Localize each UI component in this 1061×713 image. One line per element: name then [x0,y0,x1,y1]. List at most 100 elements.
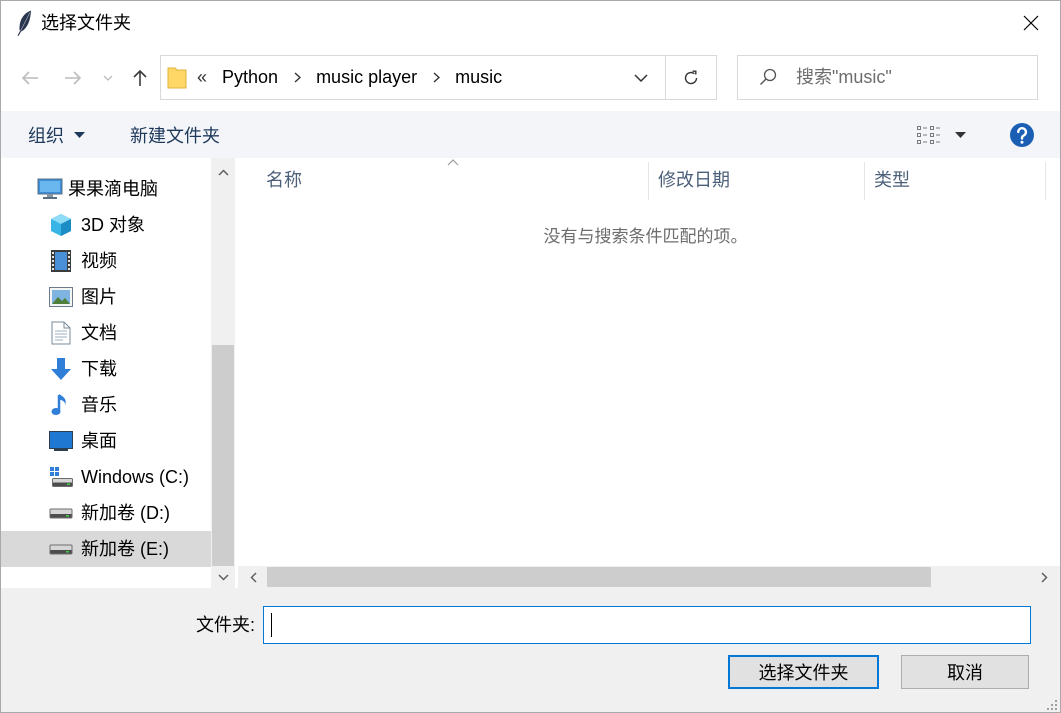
nav-item-label: 音乐 [81,395,117,415]
dialog-footer: 文件夹: 选择文件夹 取消 [0,588,1061,713]
close-button[interactable] [1004,0,1058,45]
folder-icon [167,65,187,89]
refresh-button[interactable] [666,56,716,99]
forward-button[interactable] [59,63,87,93]
address-dropdown-button[interactable] [622,56,660,99]
breadcrumb-item[interactable]: music player [316,67,417,88]
organize-button[interactable]: 组织 [18,111,95,158]
scroll-thumb[interactable] [267,567,931,587]
change-view-button[interactable] [905,111,975,158]
caret-down-icon [955,132,966,138]
3d-objects-icon [47,207,75,243]
details-view-icon [917,126,941,144]
nav-item-music[interactable]: 音乐 [0,387,211,423]
nav-item-label: 果果滴电脑 [68,179,158,199]
breadcrumb-separator-icon[interactable] [417,56,455,99]
nav-item-desktop[interactable]: 桌面 [0,423,211,459]
cancel-button[interactable]: 取消 [901,655,1029,689]
help-icon [1008,121,1036,149]
new-folder-button[interactable]: 新建文件夹 [120,111,230,158]
back-button[interactable] [16,63,44,93]
new-folder-label: 新建文件夹 [130,125,220,146]
refresh-icon [682,69,700,87]
breadcrumb-item[interactable]: music [455,67,502,88]
videos-icon [47,243,75,279]
scroll-right-button[interactable] [1033,566,1055,588]
column-divider[interactable] [864,162,865,200]
navigation-pane: 果果滴电脑 3D 对象 视频 图片 文档 下载 音乐 桌面 Windows (C… [0,158,211,588]
breadcrumb: « Python music player music [197,56,502,99]
column-header-type[interactable]: 类型 [874,160,910,200]
empty-list-message: 没有与搜索条件匹配的项。 [543,227,748,246]
music-icon [47,387,75,423]
nav-item-label: Windows (C:) [81,467,190,487]
file-list-horizontal-scrollbar[interactable] [238,566,1061,588]
chevron-up-icon [217,168,229,176]
nav-item-3d-objects[interactable]: 3D 对象 [0,207,211,243]
command-bar: 组织 新建文件夹 [0,111,1061,158]
chevron-left-icon [249,571,257,583]
nav-item-label: 3D 对象 [81,215,146,235]
up-button[interactable] [126,63,154,93]
help-button[interactable] [1008,121,1036,149]
column-divider[interactable] [648,162,649,200]
pictures-icon [47,279,75,315]
downloads-icon [47,351,75,387]
scroll-down-button[interactable] [211,566,235,588]
nav-item-label: 桌面 [81,431,117,451]
folder-label: 文件夹: [196,615,256,635]
search-box[interactable] [737,55,1038,100]
nav-item-videos[interactable]: 视频 [0,243,211,279]
documents-icon [47,315,75,351]
scroll-thumb[interactable] [212,345,234,566]
chevron-down-icon [634,73,648,82]
nav-item-downloads[interactable]: 下载 [0,351,211,387]
breadcrumb-item[interactable]: Python [222,67,278,88]
arrow-up-icon [132,69,148,87]
chevron-down-icon [103,75,113,81]
column-header-name[interactable]: 名称 [266,160,302,200]
nav-item-drive-e[interactable]: 新加卷 (E:) [0,531,211,567]
breadcrumb-overflow[interactable]: « [197,67,207,88]
breadcrumb-separator-icon[interactable] [278,56,316,99]
search-icon [759,68,777,86]
address-bar[interactable]: « Python music player music [160,55,717,100]
computer-icon [36,171,64,207]
scroll-up-button[interactable] [211,158,235,186]
system-drive-icon [47,459,75,495]
recent-locations-button[interactable] [99,63,117,93]
nav-item-pictures[interactable]: 图片 [0,279,211,315]
title-bar: 选择文件夹 [0,0,1061,45]
nav-item-this-pc[interactable]: 果果滴电脑 [0,171,211,207]
nav-item-label: 图片 [81,287,117,307]
nav-pane-scrollbar[interactable] [211,158,235,588]
nav-item-label: 视频 [81,251,117,271]
nav-item-label: 新加卷 (E:) [81,539,169,559]
feather-icon [16,10,32,36]
arrow-right-icon [64,70,82,86]
nav-item-label: 文档 [81,323,117,343]
text-caret [271,613,272,637]
search-input[interactable] [796,56,1032,99]
chevron-right-icon [1040,571,1048,583]
select-folder-button[interactable]: 选择文件夹 [728,655,879,689]
resize-grip-icon[interactable] [1044,697,1058,711]
nav-item-documents[interactable]: 文档 [0,315,211,351]
arrow-left-icon [21,70,39,86]
close-icon [1023,15,1039,31]
scroll-left-button[interactable] [242,566,264,588]
chevron-down-icon [217,573,229,581]
folder-input[interactable] [263,606,1031,644]
nav-item-drive-c[interactable]: Windows (C:) [0,459,211,495]
window-title: 选择文件夹 [41,13,131,33]
file-list[interactable]: 名称 修改日期 类型 没有与搜索条件匹配的项。 [238,158,1061,566]
drive-icon [47,495,75,531]
column-header-date-modified[interactable]: 修改日期 [658,160,730,200]
column-divider[interactable] [1045,162,1046,200]
nav-item-label: 新加卷 (D:) [81,503,170,523]
nav-item-label: 下载 [81,359,117,379]
organize-label: 组织 [28,125,64,146]
sort-ascending-icon [447,159,459,166]
nav-item-drive-d[interactable]: 新加卷 (D:) [0,495,211,531]
desktop-icon [47,423,75,459]
